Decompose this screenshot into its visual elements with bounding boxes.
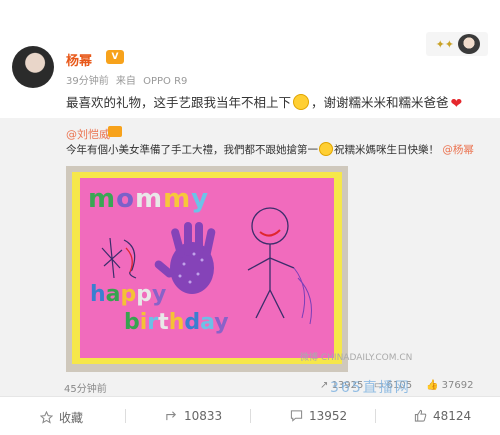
corner-avatar [458, 34, 480, 54]
divider [375, 409, 376, 423]
card-word-happy: happy [90, 282, 166, 307]
comment-icon [290, 410, 303, 422]
letter: p [136, 282, 153, 307]
repost-image[interactable]: mommy happy birthday [66, 166, 348, 372]
source-prefix: 来自 [115, 76, 136, 87]
heart-emoji-icon: ❤ [450, 96, 463, 112]
repost-text: 今年有個小美女準備了手工大禮，我們都不跟她搶第一 祝糯米媽咪生日快樂！ @杨幂 [66, 142, 474, 157]
divider [125, 409, 126, 423]
repost-button[interactable]: 10833 [165, 409, 222, 423]
post-text: 最喜欢的礼物，这手艺跟我当年不相上下 ，谢谢糯米米和糯米爸爸 ❤ [66, 92, 462, 112]
repost-likes[interactable]: 👍 37692 [426, 380, 473, 391]
thumbs-up-icon [414, 409, 427, 422]
post-text-part2: ，谢谢糯米米和糯米爸爸 [311, 95, 449, 110]
letter: t [158, 310, 169, 335]
smile-emoji-icon [293, 94, 310, 110]
letter: d [184, 310, 201, 335]
letter: h [90, 282, 106, 307]
card-word-birthday: birthday [124, 310, 229, 335]
comment-button[interactable]: 13952 [290, 409, 347, 423]
letter: a [200, 310, 215, 335]
birthday-card: mommy happy birthday [80, 178, 334, 358]
comment-count: 13952 [309, 409, 348, 423]
grin-emoji-icon [319, 142, 333, 156]
repost-count: 10833 [184, 409, 223, 423]
repost-text-part2: 祝糯米媽咪生日快樂！ [334, 144, 439, 156]
repost-vip-badge-icon [108, 126, 122, 137]
post-meta: 39分钟前 来自 OPPO R9 [66, 72, 191, 87]
vip-badge-icon: V [106, 50, 124, 64]
image-watermark: 微博 CHINADAILY.COM.CN [300, 353, 413, 363]
author-name[interactable]: 杨幂 [66, 50, 92, 69]
action-bar: 收藏 10833 13952 48124 [0, 396, 500, 435]
letter: y [152, 282, 167, 307]
letter: r [147, 310, 159, 335]
letter: y [214, 310, 229, 335]
stick-figure-icon [247, 207, 295, 319]
post-text-part1: 最喜欢的礼物，这手艺跟我当年不相上下 [66, 95, 292, 110]
letter: a [105, 282, 121, 307]
like-count: 48124 [433, 409, 472, 423]
repost-likes-count: 37692 [441, 380, 474, 391]
letter: b [124, 310, 140, 335]
letter: h [168, 310, 185, 335]
favorite-button[interactable]: 收藏 [40, 409, 83, 426]
star-icon [40, 411, 53, 424]
divider [250, 409, 251, 423]
post-source[interactable]: OPPO R9 [143, 76, 187, 87]
post-time[interactable]: 39分钟前 [66, 76, 109, 87]
favorite-label: 收藏 [59, 411, 84, 425]
author-avatar[interactable] [12, 46, 54, 88]
site-watermark: 365直播网 [330, 380, 411, 396]
repost-text-part1: 今年有個小美女準備了手工大禮，我們都不跟她搶第一 [66, 144, 318, 156]
like-button[interactable]: 48124 [414, 409, 471, 423]
wing-decoration-icon: ✦✦ [435, 38, 454, 51]
repost-block[interactable]: @刘恺威 今年有個小美女準備了手工大禮，我們都不跟她搶第一 祝糯米媽咪生日快樂！ … [0, 118, 500, 396]
repost-author[interactable]: @刘恺威 [66, 126, 110, 142]
repost-time[interactable]: 45分钟前 [64, 380, 107, 395]
post-header: 杨幂 V 39分钟前 来自 OPPO R9 最喜欢的礼物，这手艺跟我当年不相上下… [0, 0, 500, 118]
repost-icon [166, 411, 177, 421]
repost-mention[interactable]: @杨幂 [442, 144, 474, 156]
letter: p [120, 282, 137, 307]
